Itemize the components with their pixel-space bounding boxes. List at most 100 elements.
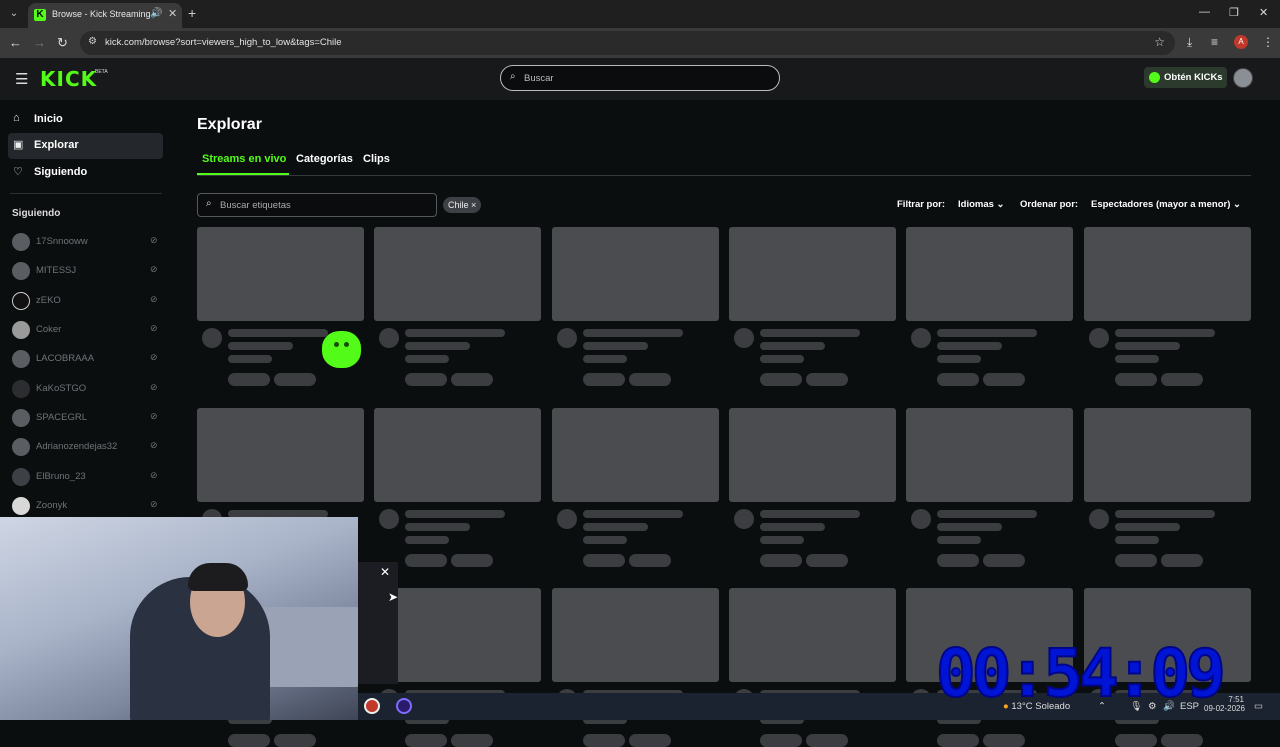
page-title: Explorar [197, 116, 262, 133]
bookmark-star-icon[interactable]: ☆ [1154, 35, 1165, 49]
avatar-placeholder [734, 328, 754, 348]
following-channel[interactable]: SPACEGRL ⊘ [10, 406, 165, 428]
search-icon: ⌕ [510, 71, 516, 82]
tab-list-icon[interactable]: ⌄ [6, 6, 22, 22]
heart-icon: ♡ [13, 166, 23, 178]
tag-chip-label: Chile [448, 200, 469, 210]
home-icon: ⌂ [13, 112, 20, 124]
user-avatar[interactable] [1233, 68, 1253, 88]
kick-logo[interactable]: KICK [40, 67, 97, 91]
get-kicks-button[interactable]: Obtén KICKs [1144, 67, 1227, 88]
offline-icon: ⊘ [150, 440, 158, 450]
sort-label: Ordenar por: [1020, 199, 1079, 210]
tag-placeholder [583, 373, 625, 386]
title-placeholder [583, 510, 683, 518]
tag-placeholder [228, 734, 270, 747]
following-channel[interactable]: 17Snnooww ⊘ [10, 230, 165, 252]
site-header: ☰ KICK BETA ⌕ Buscar Obtén KICKs [0, 58, 1280, 100]
following-channel[interactable]: LACOBRAAA ⊘ [10, 347, 165, 369]
following-channel[interactable]: KaKoSTGO ⊘ [10, 377, 165, 399]
tab-streams-en-vivo[interactable]: Streams en vivo [202, 153, 286, 165]
sidebar-item-explorar[interactable]: ▣ Explorar [8, 133, 163, 159]
tag-chip-chile[interactable]: Chile × [443, 197, 482, 213]
address-bar[interactable]: ⚙ kick.com/browse?sort=viewers_high_to_l… [80, 31, 1175, 55]
scrollbar[interactable] [1272, 100, 1280, 693]
obs-app-icon[interactable] [364, 698, 380, 714]
sort-dropdown[interactable]: Espectadores (mayor a menor) ⌄ [1085, 194, 1247, 216]
offline-icon: ⊘ [150, 235, 158, 245]
channel-name: KaKoSTGO [36, 383, 87, 394]
channel-avatar [12, 233, 30, 251]
minimize-icon[interactable]: — [1199, 6, 1210, 18]
tab-categorias[interactable]: Categorías [296, 153, 353, 165]
following-channel[interactable]: Coker ⊘ [10, 318, 165, 340]
back-icon[interactable]: ← [9, 35, 22, 50]
close-window-icon[interactable]: ✕ [1259, 6, 1268, 19]
sidebar-divider [10, 193, 162, 194]
channel-placeholder [760, 342, 825, 350]
reload-icon[interactable]: ↻ [57, 35, 68, 51]
channel-placeholder [1115, 523, 1180, 531]
title-placeholder [937, 510, 1037, 518]
beta-badge: BETA [95, 69, 108, 75]
tag-placeholder [760, 373, 802, 386]
download-icon[interactable]: ⤓ [1187, 35, 1192, 50]
category-placeholder [1115, 355, 1159, 363]
tag-placeholder [629, 734, 671, 747]
thumbnail-placeholder [729, 408, 896, 502]
channel-placeholder [937, 523, 1002, 531]
channel-name: ElBruno_23 [36, 471, 86, 482]
channel-avatar [12, 380, 30, 398]
channel-placeholder [405, 342, 470, 350]
restore-icon[interactable]: ❐ [1229, 6, 1239, 19]
offline-icon: ⊘ [150, 470, 158, 480]
speaker-icon[interactable]: 🔊 [150, 8, 162, 19]
profile-avatar[interactable]: A [1234, 35, 1248, 49]
menu-dots-icon[interactable]: ⋮ [1262, 35, 1274, 49]
category-placeholder [583, 355, 627, 363]
menu-icon[interactable]: ☰ [15, 70, 28, 88]
language-filter-dropdown[interactable]: Idiomas ⌄ [952, 194, 1011, 216]
sidebar-item-siguiendo[interactable]: ♡ Siguiendo [8, 160, 163, 186]
tab-clips[interactable]: Clips [363, 153, 390, 165]
following-channel[interactable]: Adrianozendejas32 ⊘ [10, 435, 165, 457]
site-info-icon[interactable]: ⚙ [88, 36, 97, 47]
kicks-coin-icon [1149, 72, 1160, 83]
thumbnail-placeholder [906, 408, 1073, 502]
browser-tab[interactable]: K Browse - Kick Streaming 🔊 ✕ [28, 3, 182, 28]
tag-placeholder [937, 554, 979, 567]
close-icon[interactable]: ✕ [380, 565, 390, 579]
following-channel[interactable]: MITESSJ ⊘ [10, 259, 165, 281]
category-placeholder [405, 536, 449, 544]
close-tab-icon[interactable]: ✕ [168, 7, 177, 20]
channel-name: MITESSJ [36, 265, 77, 276]
language-filter-value: Idiomas [958, 199, 994, 210]
avatar-placeholder [202, 328, 222, 348]
following-channel[interactable]: zEKO ⊘ [10, 289, 165, 311]
tag-search-input[interactable]: ⌕ Buscar etiquetas [197, 193, 437, 217]
search-input[interactable]: ⌕ Buscar [500, 65, 780, 91]
remove-tag-icon[interactable]: × [471, 200, 476, 210]
browser-app-icon[interactable] [396, 698, 412, 714]
avatar-placeholder [911, 509, 931, 529]
title-placeholder [583, 329, 683, 337]
kick-mascot-icon [322, 331, 361, 368]
following-channel[interactable]: Zoonyk ⊘ [10, 494, 165, 516]
offline-icon: ⊘ [150, 411, 158, 421]
forward-icon[interactable]: → [33, 35, 46, 50]
following-channel[interactable]: ElBruno_23 ⊘ [10, 465, 165, 487]
category-placeholder [1115, 536, 1159, 544]
tag-placeholder [937, 373, 979, 386]
channel-placeholder [583, 342, 648, 350]
channel-placeholder [405, 523, 470, 531]
notifications-icon[interactable]: ▭ [1254, 701, 1263, 712]
tag-placeholder [629, 373, 671, 386]
title-placeholder [937, 329, 1037, 337]
sidebar-item-inicio[interactable]: ⌂ Inicio [8, 107, 163, 133]
new-tab-icon[interactable]: + [188, 5, 196, 21]
tag-placeholder [274, 373, 316, 386]
channel-name: LACOBRAAA [36, 353, 95, 364]
tag-placeholder [451, 734, 493, 747]
playlist-icon[interactable]: ≡ [1211, 35, 1218, 49]
thumbnail-placeholder [374, 408, 541, 502]
